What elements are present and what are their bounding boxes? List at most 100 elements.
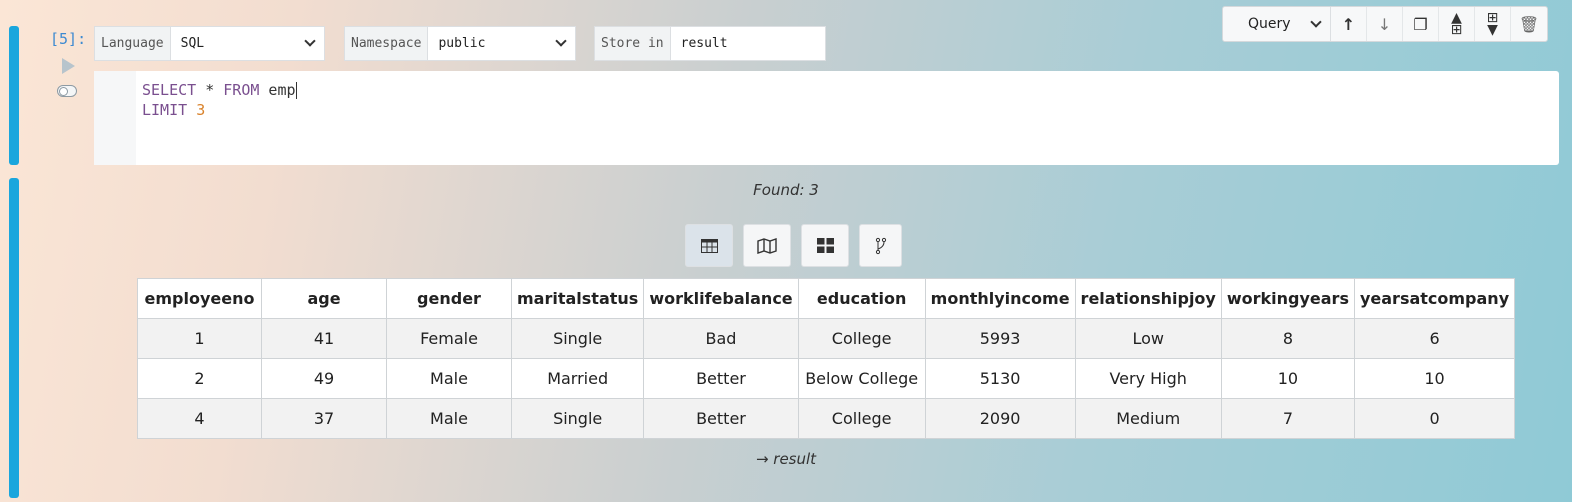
grid-view-button[interactable]: [801, 224, 849, 267]
column-header-education[interactable]: education: [797, 278, 926, 319]
table-cell: 37: [261, 398, 387, 439]
table-cell: 2: [137, 358, 262, 399]
insert-above-button[interactable]: ▲ ⊞: [1439, 7, 1475, 41]
table-cell: College: [797, 398, 926, 439]
column-header-relationshipjoy[interactable]: relationshipjoy: [1074, 278, 1222, 319]
cell-index: [5]:: [50, 30, 87, 48]
table-cell: 49: [261, 358, 387, 399]
table-icon: [700, 238, 718, 253]
move-down-button[interactable]: ↓: [1367, 7, 1403, 41]
results-table: employeeno age gender maritalstatus worklife…: [137, 278, 1516, 439]
table-view-button[interactable]: [685, 224, 733, 267]
table-cell: 1: [137, 318, 262, 359]
table-cell: Bad: [643, 318, 799, 359]
cell-mode-select[interactable]: Query: [1223, 7, 1331, 41]
table-row[interactable]: 1 41 Female Single Bad College 5993 Low 8 6: [137, 318, 1516, 359]
cell-mode-value: Query: [1248, 16, 1291, 32]
insert-above-icon: ▲ ⊞: [1450, 10, 1463, 38]
graph-view-button[interactable]: [859, 224, 902, 267]
table-cell: 8: [1220, 318, 1355, 359]
table-cell: Very High: [1074, 358, 1222, 399]
store-in-input[interactable]: result: [671, 27, 825, 60]
column-header-yearsatcompany[interactable]: yearsatcompany: [1353, 278, 1516, 319]
code-token: FROM: [223, 81, 260, 99]
grid-icon: [816, 238, 834, 253]
graph-icon: [875, 237, 886, 254]
column-header-workingyears[interactable]: workingyears: [1220, 278, 1355, 319]
table-header-row: employeeno age gender maritalstatus worklife…: [137, 278, 1516, 319]
table-cell: College: [797, 318, 926, 359]
code-line[interactable]: LIMIT 3: [142, 100, 297, 120]
chevron-down-icon: [555, 35, 567, 47]
copy-icon: ❐: [1413, 14, 1428, 34]
arrow-up-icon: ↑: [1341, 14, 1356, 34]
code-content[interactable]: SELECT * FROM emp LIMIT 3: [136, 71, 303, 165]
namespace-value: public: [438, 36, 486, 51]
chevron-down-icon: [304, 35, 316, 47]
table-cell: 41: [261, 318, 387, 359]
table-cell: 10: [1353, 358, 1516, 399]
code-token: emp: [259, 81, 296, 99]
table-cell: Male: [386, 358, 512, 399]
table-cell: 2090: [924, 398, 1076, 439]
table-row[interactable]: 2 49 Male Married Better Below College 5130 Ver…: [137, 358, 1516, 399]
trash-icon: 🗑: [1518, 14, 1540, 34]
language-label: Language: [95, 27, 171, 60]
cell-toolbar: Query ↑ ↓ ❐ ▲ ⊞ ⊞ ▼ 🗑: [1222, 6, 1548, 42]
insert-below-button[interactable]: ⊞ ▼: [1475, 7, 1511, 41]
code-token: LIMIT: [142, 101, 188, 119]
namespace-select[interactable]: Namespace public: [344, 26, 576, 61]
table-cell: 0: [1353, 398, 1516, 439]
run-icon[interactable]: [62, 58, 75, 74]
editor-gutter: [94, 71, 136, 165]
column-header-monthlyincome[interactable]: monthlyincome: [924, 278, 1076, 319]
table-cell: Married: [510, 358, 645, 399]
duplicate-button[interactable]: ❐: [1403, 7, 1439, 41]
table-cell: Male: [386, 398, 512, 439]
code-line[interactable]: SELECT * FROM emp: [142, 80, 297, 100]
table-cell: 5993: [924, 318, 1076, 359]
chevron-down-icon: [1310, 15, 1322, 28]
code-editor[interactable]: SELECT * FROM emp LIMIT 3: [94, 71, 1559, 165]
code-token: SELECT: [142, 81, 197, 99]
cell-gutter-bar[interactable]: [9, 26, 19, 165]
table-cell: Single: [510, 398, 645, 439]
table-row[interactable]: 4 37 Male Single Better College 2090 Medium 7 0: [137, 398, 1516, 439]
table-cell: Low: [1074, 318, 1222, 359]
map-icon: [757, 237, 777, 254]
found-count: Found: 3: [753, 181, 819, 199]
delete-button[interactable]: 🗑: [1511, 7, 1547, 41]
language-value: SQL: [180, 36, 205, 51]
insert-below-icon: ⊞ ▼: [1486, 10, 1499, 38]
table-cell: Single: [510, 318, 645, 359]
table-cell: 10: [1220, 358, 1355, 399]
table-cell: Better: [643, 398, 799, 439]
toggle-icon[interactable]: [57, 85, 77, 97]
result-variable-link[interactable]: → result: [0, 450, 1572, 468]
column-header-gender[interactable]: gender: [386, 278, 512, 319]
column-header-worklifebalance[interactable]: worklifebalance: [643, 278, 799, 319]
view-switcher: [685, 224, 902, 267]
table-cell: Better: [643, 358, 799, 399]
column-header-employeeno[interactable]: employeeno: [137, 278, 262, 319]
table-cell: 6: [1353, 318, 1516, 359]
store-in-field[interactable]: Store in result: [594, 26, 826, 61]
arrow-down-icon: ↓: [1377, 14, 1392, 34]
table-cell: Female: [386, 318, 512, 359]
language-select[interactable]: Language SQL: [94, 26, 325, 61]
table-cell: 4: [137, 398, 262, 439]
table-cell: 7: [1220, 398, 1355, 439]
code-token: 3: [196, 101, 206, 119]
map-view-button[interactable]: [743, 224, 791, 267]
text-cursor: [295, 82, 297, 99]
table-cell: Below College: [797, 358, 926, 399]
store-in-label: Store in: [595, 27, 671, 60]
namespace-label: Namespace: [345, 27, 429, 60]
column-header-maritalstatus[interactable]: maritalstatus: [510, 278, 645, 319]
column-header-age[interactable]: age: [261, 278, 387, 319]
move-up-button[interactable]: ↑: [1331, 7, 1367, 41]
table-cell: Medium: [1074, 398, 1222, 439]
table-cell: 5130: [924, 358, 1076, 399]
code-token: *: [196, 81, 224, 99]
